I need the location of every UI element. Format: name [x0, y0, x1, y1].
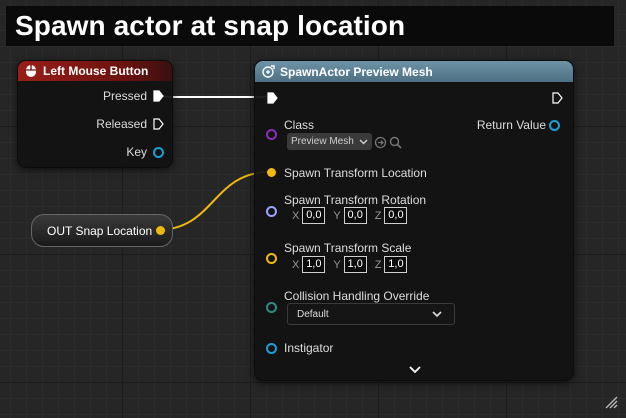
out-snap-location-pin[interactable] [156, 226, 166, 235]
rotation-y-axis: Y [333, 209, 341, 222]
scale-x-field[interactable]: 1,0 [302, 256, 326, 273]
rotation-label: Spawn Transform Rotation [284, 193, 427, 207]
collision-label: Collision Handling Override [284, 289, 430, 303]
rotation-x-axis: X [292, 209, 300, 222]
released-label: Released [96, 117, 147, 131]
exec-out-pin[interactable] [552, 92, 563, 104]
rotation-fields: X 0,0 Y 0,0 Z 0,0 [292, 207, 408, 224]
mouse-icon [24, 64, 38, 78]
instigator-pin[interactable] [266, 343, 277, 354]
instigator-label: Instigator [284, 341, 334, 355]
scale-z-field[interactable]: 1,0 [384, 256, 408, 273]
resize-grip-icon[interactable] [604, 395, 618, 409]
spawn-actor-icon [261, 65, 275, 79]
class-pin[interactable] [266, 129, 277, 140]
scale-y-axis: Y [333, 258, 341, 271]
event-node-left-mouse-button[interactable]: Left Mouse Button Pressed Released Key [17, 60, 173, 168]
location-pin[interactable] [267, 168, 276, 177]
out-snap-location-label: OUT Snap Location [47, 223, 153, 238]
spawn-actor-header[interactable]: SpawnActor Preview Mesh [255, 61, 573, 82]
chevron-down-icon [359, 138, 368, 145]
event-node-header[interactable]: Left Mouse Button [18, 61, 172, 81]
return-value-label: Return Value [476, 118, 546, 132]
browse-search-icon[interactable] [389, 136, 402, 149]
rotation-pin[interactable] [266, 206, 277, 217]
scale-z-axis: Z [374, 258, 382, 271]
chevron-down-icon [432, 311, 442, 318]
collision-combo[interactable]: Default [287, 303, 455, 325]
collision-pin[interactable] [266, 302, 277, 313]
out-snap-location-node[interactable]: OUT Snap Location [31, 214, 173, 247]
class-label: Class [284, 118, 315, 132]
released-pin-row[interactable]: Released [18, 117, 164, 131]
scale-x-axis: X [292, 258, 300, 271]
exec-pin-released[interactable] [153, 118, 164, 130]
scale-fields: X 1,0 Y 1,0 Z 1,0 [292, 256, 408, 273]
scale-pin[interactable] [266, 253, 277, 264]
location-label: Spawn Transform Location [284, 166, 427, 180]
collision-value: Default [297, 308, 329, 320]
spawn-actor-title: SpawnActor Preview Mesh [280, 64, 433, 79]
class-dropdown-value: Preview Mesh [291, 136, 354, 147]
scale-label: Spawn Transform Scale [284, 241, 412, 255]
class-dropdown[interactable]: Preview Mesh [287, 133, 372, 150]
spawn-actor-node[interactable]: SpawnActor Preview Mesh Class Preview Me… [254, 60, 574, 381]
use-selected-icon[interactable] [374, 136, 387, 149]
key-pin[interactable] [153, 146, 164, 158]
pressed-pin-row[interactable]: Pressed [18, 89, 164, 103]
key-label: Key [126, 145, 147, 159]
exec-pin-pressed[interactable] [153, 90, 164, 102]
scale-y-field[interactable]: 1,0 [343, 256, 367, 273]
return-value-pin[interactable] [549, 120, 560, 131]
rotation-z-field[interactable]: 0,0 [384, 207, 408, 224]
rotation-y-field[interactable]: 0,0 [343, 207, 367, 224]
pressed-label: Pressed [102, 89, 147, 103]
event-node-title: Left Mouse Button [43, 64, 149, 78]
key-pin-row[interactable]: Key [18, 145, 164, 159]
rotation-z-axis: Z [374, 209, 382, 222]
exec-in-pin[interactable] [267, 92, 278, 104]
rotation-x-field[interactable]: 0,0 [302, 207, 326, 224]
expand-advanced-chevron-icon[interactable] [409, 366, 421, 374]
